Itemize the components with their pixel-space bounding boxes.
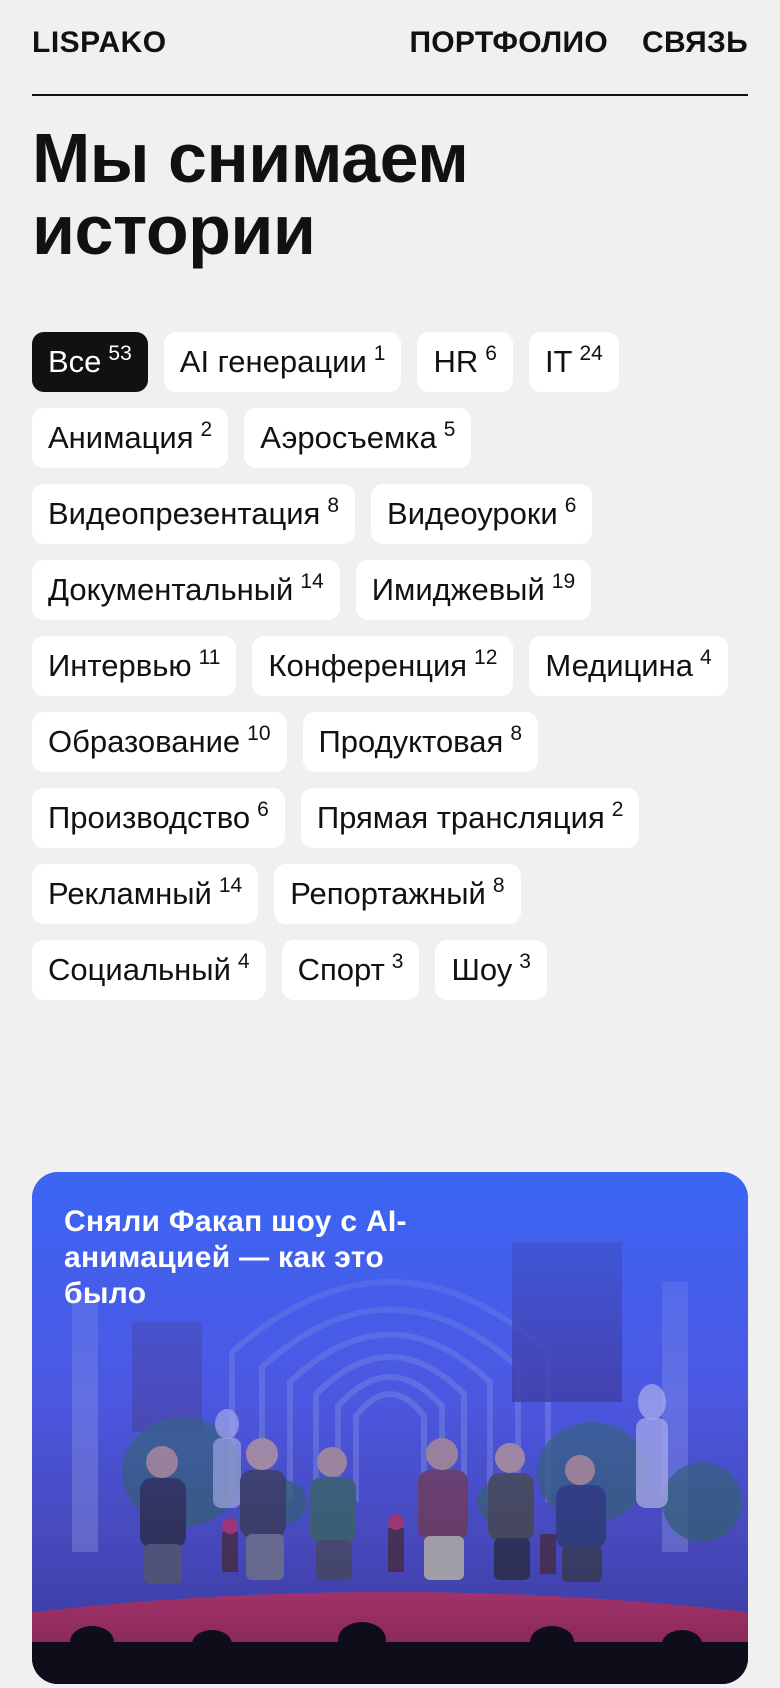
site-header: LISPAKO ПОРТФОЛИО СВЯЗЬ xyxy=(32,0,748,96)
filter-chip[interactable]: Все 53 xyxy=(32,332,148,392)
filter-chip[interactable]: HR 6 xyxy=(417,332,513,392)
filter-chip-count: 2 xyxy=(611,798,624,821)
filter-chip[interactable]: Интервью 11 xyxy=(32,636,237,696)
category-filters: Все 53 AI генерации 1 HR 6 IT 24 Анимация 2 Аэросъ… xyxy=(32,332,748,1000)
filter-chip-count: 11 xyxy=(198,646,221,669)
featured-story-card[interactable]: Сняли Факап шоу с AI-анимацией — как это… xyxy=(32,1172,748,1684)
filter-chip-label: Социальный xyxy=(48,952,231,987)
filter-chip-label: Видеопрезентация xyxy=(48,496,321,531)
filter-chip-label: Спорт xyxy=(297,952,385,987)
featured-story-title: Сняли Факап шоу с AI-анимацией — как это… xyxy=(64,1205,407,1310)
nav-contact-link[interactable]: СВЯЗЬ xyxy=(642,26,748,60)
filter-chip[interactable]: Продуктовая 8 xyxy=(302,712,539,772)
filter-chip[interactable]: Шоу 3 xyxy=(435,940,547,1000)
page: LISPAKO ПОРТФОЛИО СВЯЗЬ Мы снимаем истор… xyxy=(32,0,748,1688)
filter-chip-label: Документальный xyxy=(48,572,294,607)
filter-chip-label: Производство xyxy=(48,800,251,835)
filter-chip[interactable]: Медицина 4 xyxy=(529,636,728,696)
filter-chip-label: Продуктовая xyxy=(318,724,504,759)
filter-chip-label: Все xyxy=(48,344,102,379)
filter-chip-count: 3 xyxy=(391,950,404,973)
nav-portfolio-link[interactable]: ПОРТФОЛИО xyxy=(409,26,608,60)
filter-chip[interactable]: AI генерации 1 xyxy=(163,332,402,392)
filter-chip-label: Интервью xyxy=(48,648,192,683)
filter-chip[interactable]: Прямая трансляция 2 xyxy=(300,788,640,848)
filter-chip[interactable]: Репортажный 8 xyxy=(274,864,521,924)
filter-chip-label: Прямая трансляция xyxy=(316,800,605,835)
filter-chip-label: IT xyxy=(544,344,573,379)
filter-chip-count: 1 xyxy=(373,342,386,365)
main-nav: ПОРТФОЛИО СВЯЗЬ xyxy=(409,26,748,60)
filter-chip-count: 3 xyxy=(519,950,531,973)
filter-chip-label: Рекламный xyxy=(48,876,212,911)
filter-chip-label: Шоу xyxy=(451,952,513,987)
filter-chip-label: Анимация xyxy=(48,420,194,455)
filter-chip-label: Репортажный xyxy=(290,876,486,911)
logo[interactable]: LISPAKO xyxy=(32,26,167,60)
filter-chip-count: 2 xyxy=(200,418,213,441)
filter-chip-count: 24 xyxy=(579,342,603,365)
filter-chip-count: 8 xyxy=(510,722,523,745)
filter-chip-label: Образование xyxy=(48,724,241,759)
filter-chip-label: HR xyxy=(433,344,479,379)
filter-chip-count: 8 xyxy=(327,494,340,517)
filter-chip[interactable]: Имиджевый 19 xyxy=(355,560,592,620)
filter-chip[interactable]: Видеопрезентация 8 xyxy=(32,484,356,544)
filter-chip-label: Имиджевый xyxy=(371,572,545,607)
filter-chip-count: 8 xyxy=(492,874,505,897)
filter-chip[interactable]: Конференция 12 xyxy=(252,636,514,696)
page-title: Мы снимаем истории xyxy=(32,119,469,269)
filter-chip[interactable]: Производство 6 xyxy=(32,788,285,848)
filter-chip-count: 14 xyxy=(300,570,324,593)
filter-chip[interactable]: Рекламный 14 xyxy=(32,864,259,924)
filter-chip-label: AI генерации xyxy=(179,344,367,379)
filter-chip-count: 4 xyxy=(237,950,250,973)
filter-chip-count: 6 xyxy=(485,342,497,365)
filter-chip[interactable]: Спорт 3 xyxy=(281,940,420,1000)
filter-chip-label: Медицина xyxy=(545,648,693,683)
filter-chip[interactable]: IT 24 xyxy=(528,332,619,392)
filter-chip[interactable]: Образование 10 xyxy=(32,712,287,772)
filter-chip-count: 5 xyxy=(443,418,456,441)
filter-chip[interactable]: Анимация 2 xyxy=(32,408,229,468)
filter-chip-label: Аэросъемка xyxy=(260,420,437,455)
filter-chip-label: Видеоуроки xyxy=(387,496,558,531)
filter-chip-count: 19 xyxy=(551,570,576,593)
filter-chip-count: 10 xyxy=(247,722,271,745)
filter-chip-count: 6 xyxy=(257,798,269,821)
filter-chip[interactable]: Аэросъемка 5 xyxy=(244,408,472,468)
filter-chip-count: 6 xyxy=(564,494,577,517)
filter-chip[interactable]: Документальный 14 xyxy=(32,560,340,620)
filter-chip[interactable]: Видеоуроки 6 xyxy=(371,484,593,544)
filter-chip-count: 12 xyxy=(474,646,498,669)
filter-chip-count: 53 xyxy=(108,342,132,365)
filter-chip-count: 14 xyxy=(218,874,243,897)
filter-chip[interactable]: Социальный 4 xyxy=(32,940,266,1000)
filter-chip-label: Конференция xyxy=(268,648,468,683)
filter-chip-count: 4 xyxy=(699,646,712,669)
